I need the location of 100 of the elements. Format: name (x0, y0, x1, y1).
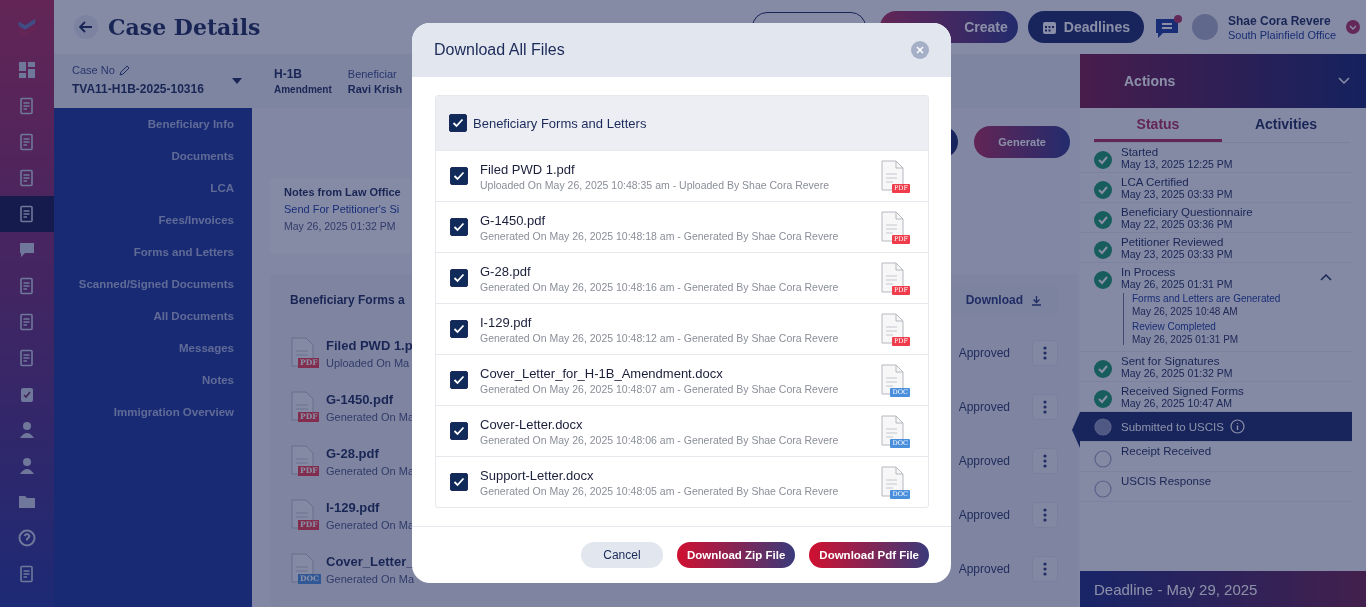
sidebar-item[interactable]: LCA (210, 182, 234, 194)
actions-header[interactable]: Actions (1080, 54, 1366, 108)
dashboard-icon (18, 61, 36, 79)
checkbox[interactable] (450, 422, 468, 440)
close-icon (916, 46, 924, 54)
sidebar-item[interactable]: Notes (202, 374, 234, 386)
more-options-button[interactable] (1032, 394, 1058, 420)
file-icon (881, 262, 907, 294)
file-name: G-1450.pdf (326, 391, 394, 407)
step-title: Received Signed Forms (1121, 385, 1244, 397)
file-name: I-129.pdf (480, 314, 532, 330)
chat-icon[interactable] (1153, 14, 1182, 40)
close-button[interactable] (911, 41, 929, 59)
step-time: May 26, 2025 01:31 PM (1121, 278, 1234, 290)
substep-time: May 26, 2025 01:31 PM (1132, 334, 1240, 345)
chat-icon (18, 241, 36, 259)
file-name: Filed PWD 1.p (326, 337, 413, 353)
more-options-button[interactable] (1032, 340, 1058, 366)
file-icon (881, 313, 907, 345)
deadlines-button[interactable]: Deadlines (1027, 11, 1144, 43)
file-status: Approved (958, 400, 1010, 414)
step-title: Sent for Signatures (1121, 355, 1220, 367)
download-pdf-button[interactable]: Download Pdf File (809, 542, 929, 568)
file-icon (881, 466, 907, 498)
file-name: G-28.pdf (480, 263, 531, 279)
visa-type: H-1B (274, 67, 303, 81)
caret-down-icon[interactable] (232, 78, 242, 84)
more-options-button[interactable] (1032, 502, 1058, 528)
checkbox[interactable] (450, 167, 468, 185)
back-button[interactable] (74, 15, 98, 39)
download-icon (1031, 294, 1042, 306)
cancel-button[interactable]: Cancel (580, 542, 663, 568)
file-status: Approved (958, 508, 1010, 522)
checkbox[interactable] (450, 473, 468, 491)
pencil-icon[interactable] (118, 64, 130, 76)
file-icon (290, 337, 316, 369)
sidebar-item[interactable]: Fees/Invoices (158, 214, 234, 226)
chevron-up-icon[interactable] (1320, 273, 1332, 281)
checkmark-icon (453, 324, 465, 334)
more-vertical-icon (1043, 400, 1047, 414)
file-icon (290, 445, 316, 477)
checkbox[interactable] (450, 269, 468, 287)
checkmark-icon (453, 273, 465, 283)
file-meta: Uploaded On Ma (326, 356, 410, 369)
file-status: Approved (958, 562, 1010, 576)
step-title: In Process (1121, 266, 1176, 278)
section-title: Beneficiary Forms a (290, 293, 405, 307)
file-status: Approved (958, 454, 1010, 468)
download-zip-button[interactable]: Download Zip File (676, 542, 796, 568)
step-time: May 22, 2025 03:36 PM (1121, 218, 1234, 230)
file-icon (290, 499, 316, 531)
file-icon (881, 364, 907, 396)
chevron-down-icon (1338, 77, 1350, 85)
calendar-icon (1041, 19, 1057, 35)
substep-time: May 26, 2025 10:48 AM (1132, 306, 1239, 317)
sidebar-item[interactable]: Beneficiary Info (147, 118, 234, 130)
checkbox[interactable] (450, 371, 468, 389)
checkbox[interactable] (450, 320, 468, 338)
checkbox[interactable] (450, 218, 468, 236)
sidebar-item[interactable]: Immigration Overview (113, 406, 234, 418)
generate-button[interactable]: Generate (974, 126, 1070, 158)
file-name: I-129.pdf (326, 499, 380, 515)
sidebar-item[interactable]: Messages (179, 342, 234, 354)
file-name: G-28.pdf (326, 445, 379, 461)
checkbox[interactable] (449, 114, 467, 132)
sidebar-item[interactable]: Scanned/Signed Documents (78, 278, 234, 290)
file-name: Filed PWD 1.pdf (480, 161, 575, 177)
sidebar-item[interactable]: All Documents (153, 310, 234, 322)
chevron-down-icon[interactable] (1346, 20, 1360, 34)
group-label: Beneficiary Forms and Letters (473, 115, 647, 131)
more-options-button[interactable] (1032, 448, 1058, 474)
file-name: Cover_Letter_for_H-1B_Amendment.docx (480, 365, 723, 381)
step-title: LCA Certified (1121, 176, 1189, 188)
case-number: TVA11-H1B-2025-10316 (72, 82, 205, 96)
actions-title: Actions (1124, 73, 1176, 89)
note-time: May 26, 2025 01:32 PM (284, 220, 396, 232)
checkmark-icon (453, 375, 465, 385)
folder-icon (18, 493, 36, 511)
checkmark-icon (453, 222, 465, 232)
step-title: Started (1121, 146, 1159, 158)
sidebar-item[interactable]: Forms and Letters (133, 246, 234, 258)
file-icon (881, 160, 907, 192)
more-vertical-icon (1043, 346, 1047, 360)
file-meta: Generated On May 26, 2025 10:48:16 am - Generated By Shae Cora Revere (480, 280, 839, 293)
tab[interactable]: Activities (1222, 108, 1350, 142)
user-icon (18, 421, 36, 439)
dialog-title: Download All Files (434, 41, 565, 59)
more-vertical-icon (1043, 562, 1047, 576)
more-options-button[interactable] (1032, 556, 1058, 582)
sidebar-item[interactable]: Documents (171, 150, 234, 162)
info-icon[interactable] (1229, 419, 1245, 434)
note-text[interactable]: Send For Petitioner's Si (284, 203, 400, 215)
step-time: May 23, 2025 03:33 PM (1121, 188, 1234, 200)
avatar (1191, 14, 1218, 40)
step-title: Receipt Received (1121, 445, 1212, 457)
file-icon (290, 391, 316, 423)
user-name: Shae Cora Revere (1227, 13, 1332, 28)
checkmark-icon (453, 477, 465, 487)
rail-item[interactable] (0, 196, 54, 232)
tab[interactable]: Status (1094, 108, 1222, 142)
